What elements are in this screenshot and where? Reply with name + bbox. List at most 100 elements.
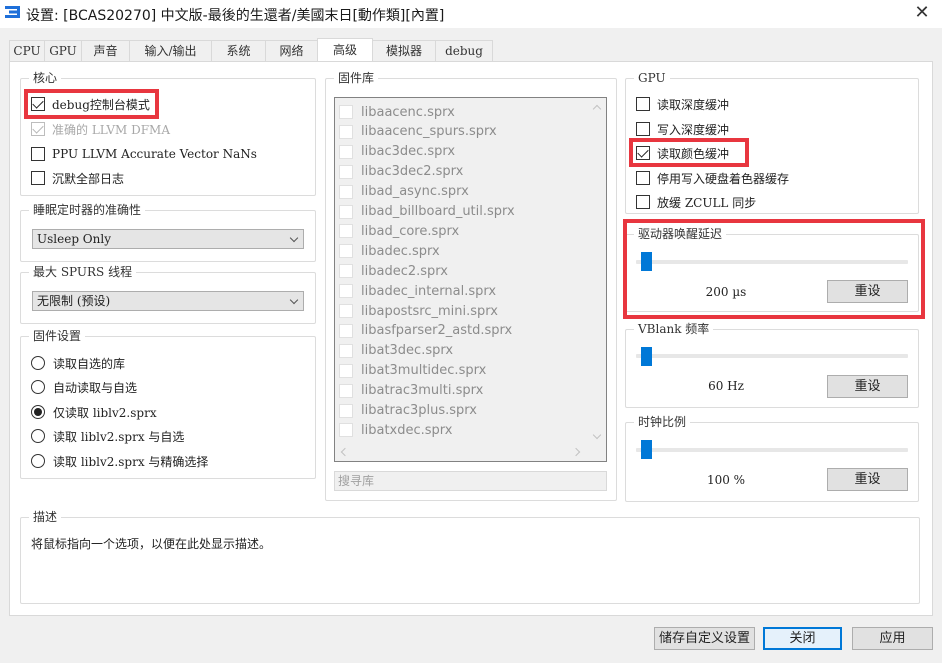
library-item[interactable]: libat3multidec.sprx — [339, 361, 486, 381]
library-item[interactable]: libatrac3plus.sprx — [339, 401, 477, 421]
library-checkbox[interactable] — [339, 383, 353, 398]
library-item[interactable]: libasfparser2_astd.sprx — [339, 321, 512, 341]
write-depth-buffer-checkbox[interactable]: 写入深度缓冲 — [636, 120, 729, 138]
radio-load-liblv2-and-strict[interactable]: 读取 liblv2.sprx 与精确选择 — [31, 452, 208, 470]
clock-scale-reset-button[interactable]: 重设 — [827, 468, 908, 491]
checkbox-label: PPU LLVM Accurate Vector NaNs — [52, 147, 257, 161]
library-checkbox[interactable] — [339, 244, 353, 259]
tab-system[interactable]: 系统 — [211, 40, 266, 61]
clock-scale-slider-track[interactable] — [636, 448, 908, 452]
close-button[interactable]: 关闭 — [763, 627, 842, 650]
library-item[interactable]: libadec2.sprx — [339, 261, 448, 281]
library-checkbox[interactable] — [339, 304, 353, 318]
firmware-settings-group: 固件设置 读取自选的库 自动读取与自选 仅读取 liblv2.sprx 读取 l… — [20, 328, 316, 479]
library-checkbox[interactable] — [339, 323, 353, 338]
checkbox-box[interactable] — [636, 146, 650, 160]
radio-load-auto-and-manual[interactable]: 自动读取与自选 — [31, 378, 137, 396]
radio-load-manual-libs[interactable]: 读取自选的库 — [31, 354, 125, 372]
checkbox-box[interactable] — [636, 97, 650, 111]
read-color-buffer-checkbox[interactable]: 读取颜色缓冲 — [636, 144, 729, 162]
vblank-slider-handle[interactable] — [641, 347, 653, 366]
max-spurs-select[interactable]: 无限制 (预设) — [32, 291, 304, 311]
tab-cpu[interactable]: CPU — [9, 40, 45, 61]
library-item[interactable]: libaacenc.sprx — [339, 102, 455, 122]
vertical-scrollbar[interactable] — [589, 98, 606, 443]
radio-circle[interactable] — [31, 380, 45, 394]
vblank-title: VBlank 频率 — [634, 321, 714, 337]
scroll-left-icon[interactable] — [340, 447, 350, 457]
driver-wake-slider-track[interactable] — [636, 260, 908, 264]
library-item[interactable]: libad_async.sprx — [339, 182, 469, 202]
library-item[interactable]: libac3dec2.sprx — [339, 162, 463, 182]
checkbox-label: 写入深度缓冲 — [657, 122, 730, 137]
library-search-input[interactable]: 搜寻库 — [334, 471, 607, 491]
library-item[interactable]: libad_core.sprx — [339, 221, 459, 241]
checkbox-box[interactable] — [31, 147, 45, 161]
driver-wake-delay-group: 驱动器唤醒延迟 200 µs 重设 — [625, 226, 919, 312]
library-checkbox[interactable] — [339, 124, 353, 139]
tab-gpu[interactable]: GPU — [44, 40, 82, 61]
library-item[interactable]: libad_billboard_util.sprx — [339, 202, 515, 222]
library-checkbox[interactable] — [339, 204, 353, 219]
scroll-down-icon[interactable] — [592, 430, 602, 440]
read-depth-buffer-checkbox[interactable]: 读取深度缓冲 — [636, 95, 729, 113]
library-checkbox[interactable] — [339, 224, 353, 239]
library-item[interactable]: libadec.sprx — [339, 241, 440, 261]
disable-disk-shader-cache-checkbox[interactable]: 停用写入硬盘着色器缓存 — [636, 169, 789, 187]
driver-wake-reset-button[interactable]: 重设 — [827, 280, 908, 303]
library-item[interactable]: libat3dec.sprx — [339, 341, 453, 361]
radio-load-liblv2-and-manual[interactable]: 读取 liblv2.sprx 与自选 — [31, 427, 184, 445]
library-item[interactable]: libac3dec.sprx — [339, 142, 455, 162]
checkbox-label: 放缓 ZCULL 同步 — [657, 195, 757, 210]
radio-circle[interactable] — [31, 429, 45, 443]
library-checkbox[interactable] — [339, 343, 353, 358]
library-item[interactable]: libaacenc_spurs.sprx — [339, 122, 497, 142]
tab-io[interactable]: 输入/输出 — [129, 40, 212, 61]
radio-circle[interactable] — [31, 405, 45, 419]
radio-circle[interactable] — [31, 454, 45, 468]
save-custom-config-button[interactable]: 储存自定义设置 — [654, 627, 755, 650]
library-checkbox[interactable] — [339, 105, 353, 119]
close-icon[interactable]: ✕ — [910, 2, 934, 26]
firmware-library-list[interactable]: libaacenc.sprx libaacenc_spurs.sprx libac3… — [334, 97, 607, 462]
radio-load-liblv2-only[interactable]: 仅读取 liblv2.sprx — [31, 403, 157, 421]
library-item[interactable]: libapostsrc_mini.sprx — [339, 301, 498, 321]
relaxed-zcull-sync-checkbox[interactable]: 放缓 ZCULL 同步 — [636, 193, 756, 211]
library-checkbox[interactable] — [339, 264, 353, 279]
tab-network[interactable]: 网络 — [265, 40, 318, 61]
library-checkbox[interactable] — [339, 164, 353, 179]
checkbox-box[interactable] — [636, 122, 650, 136]
driver-wake-title: 驱动器唤醒延迟 — [634, 226, 727, 242]
debug-console-mode-checkbox[interactable]: debug控制台模式 — [31, 95, 150, 113]
sleep-timer-select[interactable]: Usleep Only — [32, 229, 304, 249]
library-checkbox[interactable] — [339, 403, 353, 418]
scroll-right-icon[interactable] — [571, 447, 581, 457]
library-checkbox[interactable] — [339, 184, 353, 199]
driver-wake-slider-handle[interactable] — [641, 252, 653, 271]
clock-scale-slider-handle[interactable] — [641, 440, 653, 459]
checkbox-box[interactable] — [636, 195, 650, 209]
library-checkbox[interactable] — [339, 423, 353, 438]
apply-button[interactable]: 应用 — [852, 627, 933, 650]
scroll-up-icon[interactable] — [592, 104, 602, 114]
library-item[interactable]: libadec_internal.sprx — [339, 281, 496, 301]
vblank-slider-track[interactable] — [636, 354, 908, 358]
checkbox-box[interactable] — [636, 171, 650, 185]
tab-advanced[interactable]: 高级 — [317, 38, 373, 61]
silence-all-logs-checkbox[interactable]: 沉默全部日志 — [31, 169, 124, 187]
ppu-llvm-accurate-vector-nans-checkbox[interactable]: PPU LLVM Accurate Vector NaNs — [31, 145, 257, 163]
library-checkbox[interactable] — [339, 363, 353, 378]
checkbox-box[interactable] — [31, 97, 45, 111]
tab-audio[interactable]: 声音 — [81, 40, 130, 61]
library-item[interactable]: libatxdec.sprx — [339, 420, 452, 440]
tab-debug[interactable]: debug — [435, 40, 493, 61]
library-checkbox[interactable] — [339, 284, 353, 299]
radio-circle[interactable] — [31, 356, 45, 370]
vblank-reset-button[interactable]: 重设 — [827, 375, 908, 398]
tab-emulator[interactable]: 模拟器 — [372, 40, 436, 61]
checkbox-label: 读取深度缓冲 — [657, 97, 730, 112]
library-item[interactable]: libatrac3multi.sprx — [339, 381, 483, 401]
checkbox-box[interactable] — [31, 171, 45, 185]
horizontal-scrollbar[interactable] — [335, 443, 606, 461]
library-checkbox[interactable] — [339, 144, 353, 159]
